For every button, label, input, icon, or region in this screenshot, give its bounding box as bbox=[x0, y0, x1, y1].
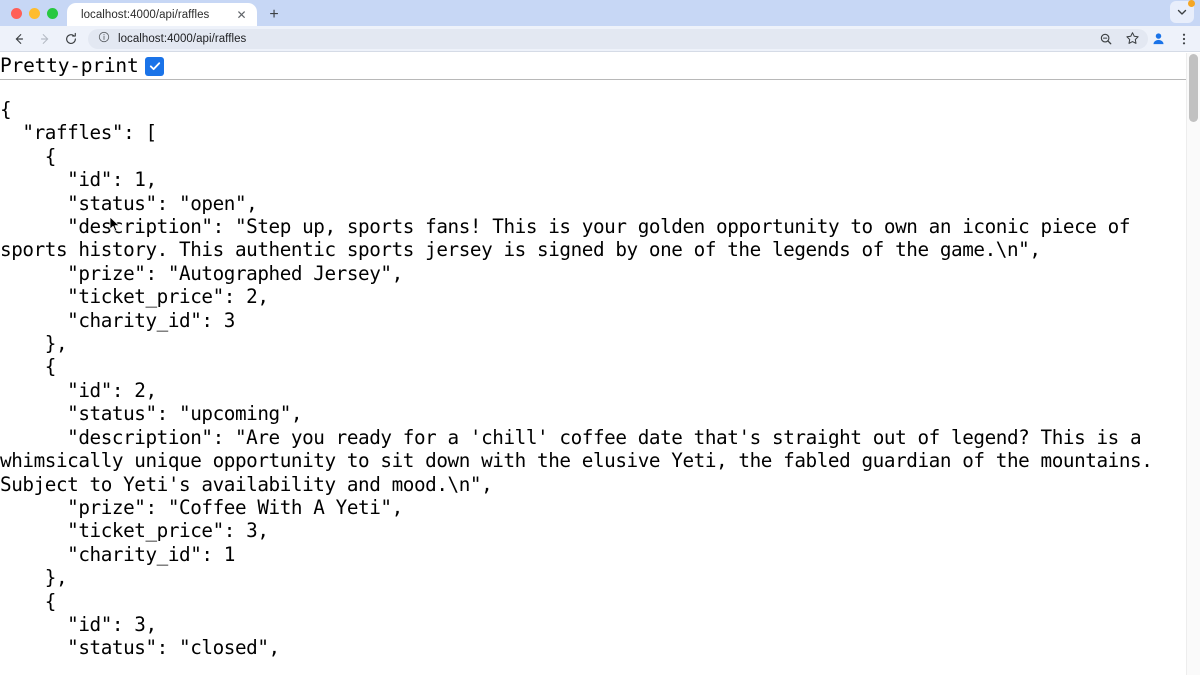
address-bar-url: localhost:4000/api/raffles bbox=[118, 32, 247, 45]
new-tab-button[interactable]: + bbox=[261, 3, 287, 26]
json-response-body: { "raffles": [ { "id": 1, "status": "ope… bbox=[0, 98, 1153, 660]
toolbar-action-icons bbox=[1094, 28, 1196, 50]
close-window-button[interactable] bbox=[11, 7, 22, 19]
page-content: Pretty-print { "raffles": [ { "id": 1, "… bbox=[0, 53, 1200, 675]
bookmark-star-icon[interactable] bbox=[1120, 28, 1144, 50]
three-dot-menu-icon[interactable] bbox=[1172, 28, 1196, 50]
tab-title: localhost:4000/api/raffles bbox=[81, 8, 210, 21]
update-badge-dot bbox=[1188, 0, 1195, 7]
close-icon[interactable]: ✕ bbox=[234, 7, 249, 22]
chevron-down-icon[interactable] bbox=[1170, 0, 1195, 23]
info-circle-icon[interactable] bbox=[98, 30, 110, 48]
pretty-print-bar: Pretty-print bbox=[0, 53, 1200, 80]
page-scrollbar[interactable] bbox=[1186, 53, 1200, 675]
tabstrip-right-controls bbox=[1170, 0, 1195, 23]
browser-tab-active[interactable]: localhost:4000/api/raffles ✕ bbox=[67, 3, 257, 26]
address-bar[interactable]: localhost:4000/api/raffles bbox=[88, 28, 1148, 49]
maximize-window-button[interactable] bbox=[47, 7, 58, 19]
pretty-print-checkbox[interactable] bbox=[145, 56, 165, 76]
scrollbar-thumb[interactable] bbox=[1189, 54, 1198, 122]
profile-avatar-icon[interactable] bbox=[1146, 28, 1170, 50]
pretty-print-label: Pretty-print bbox=[0, 54, 139, 78]
browser-toolbar: localhost:4000/api/raffles bbox=[0, 26, 1200, 52]
reload-button[interactable] bbox=[58, 28, 84, 50]
tab-strip: localhost:4000/api/raffles ✕ + bbox=[0, 0, 1200, 26]
forward-button[interactable] bbox=[32, 28, 58, 50]
back-button[interactable] bbox=[6, 28, 32, 50]
browser-window: localhost:4000/api/raffles ✕ + localhost… bbox=[0, 0, 1200, 675]
zoom-search-icon[interactable] bbox=[1094, 28, 1118, 50]
minimize-window-button[interactable] bbox=[29, 7, 40, 19]
window-traffic-lights bbox=[0, 0, 67, 26]
